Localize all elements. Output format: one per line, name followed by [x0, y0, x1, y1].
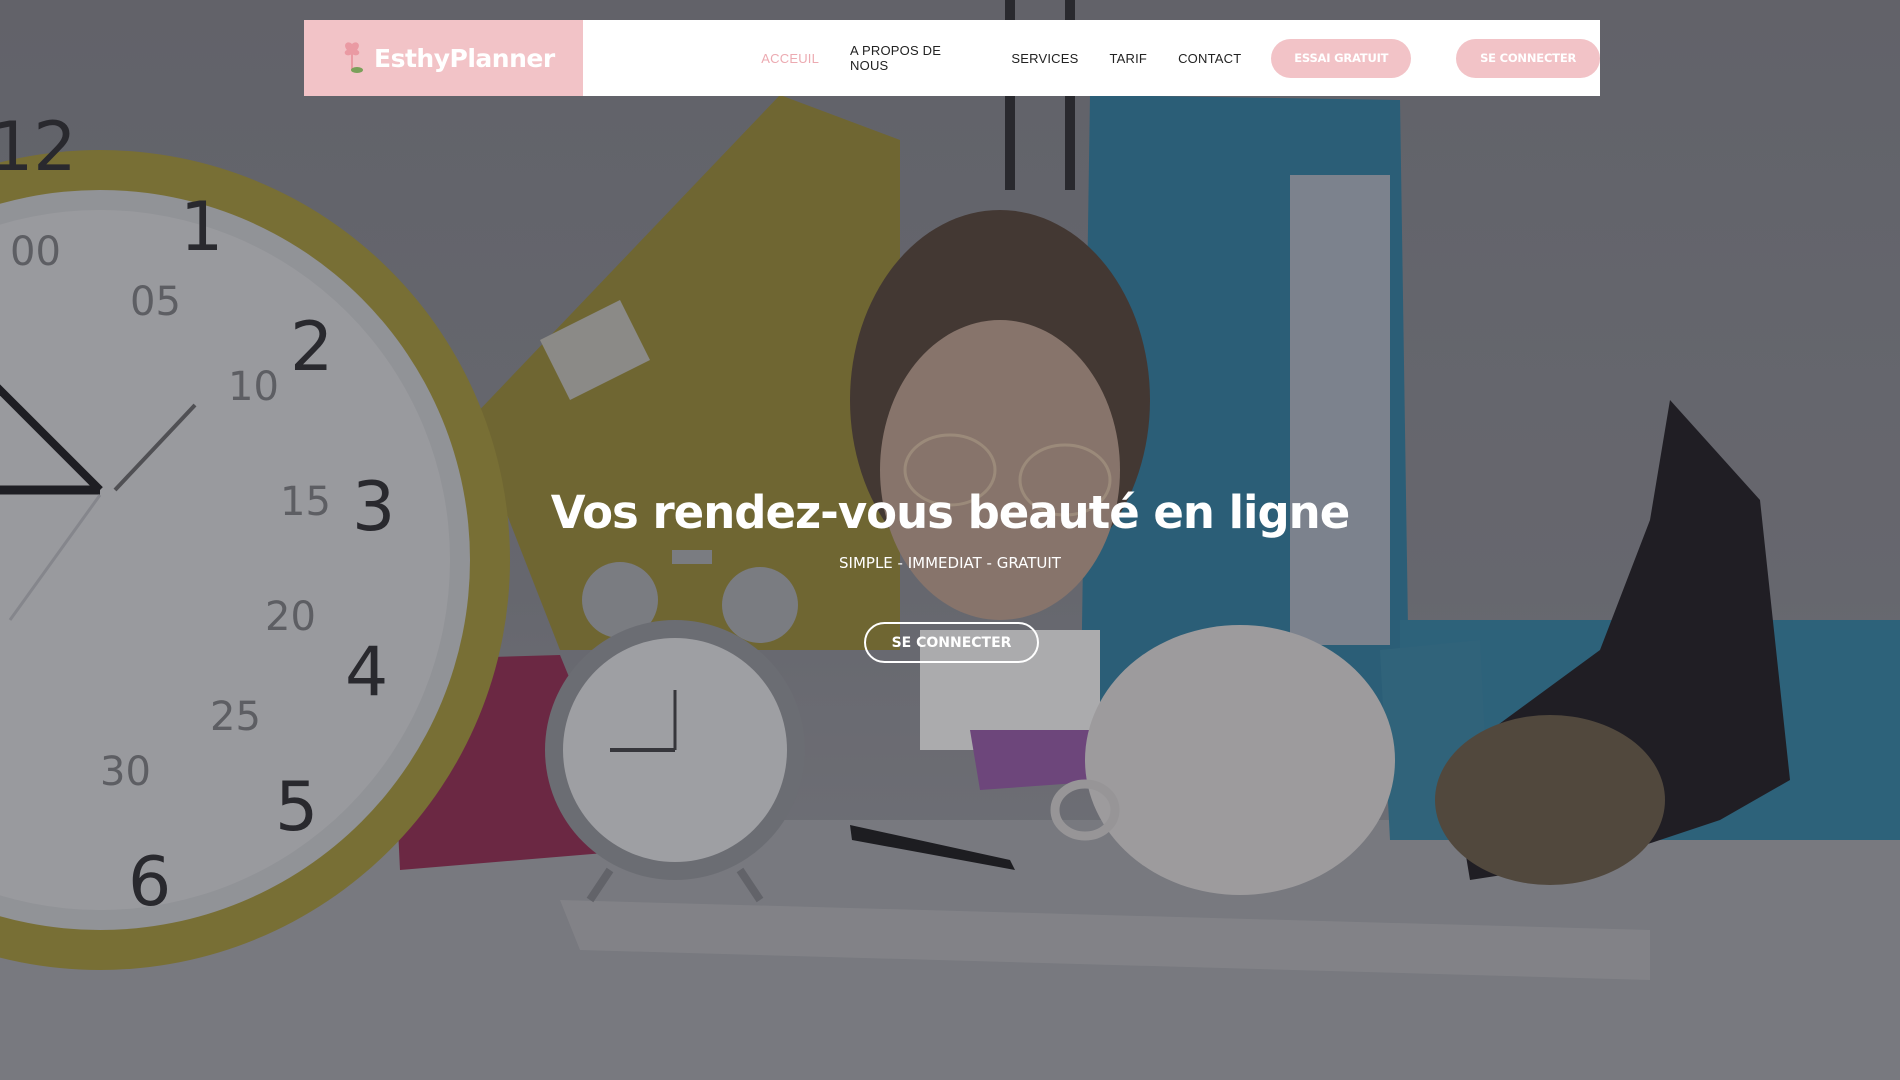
free-trial-button[interactable]: ESSAI GRATUIT [1271, 38, 1412, 78]
nav-item-tarif[interactable]: TARIF [1109, 51, 1147, 66]
main-nav: ACCEUIL A PROPOS DE NOUS SERVICES TARIF … [761, 38, 1600, 78]
brand-logo[interactable]: EsthyPlanner [304, 20, 584, 96]
nav-item-contact[interactable]: CONTACT [1178, 51, 1241, 66]
hero-background: 12 1 2 3 4 5 6 00 05 10 15 20 25 30 [0, 0, 1900, 1080]
hero-login-button[interactable]: SE CONNECTER [864, 622, 1039, 663]
nav-item-about[interactable]: A PROPOS DE NOUS [850, 43, 980, 73]
hero-title: Vos rendez-vous beauté en ligne [550, 486, 1351, 539]
flower-icon [344, 42, 363, 73]
hero-subtitle: SIMPLE - IMMEDIAT - GRATUIT [839, 554, 1061, 572]
brand-name: EsthyPlanner [374, 43, 555, 73]
navbar: EsthyPlanner ACCEUIL A PROPOS DE NOUS SE… [304, 20, 1600, 96]
nav-item-accueil[interactable]: ACCEUIL [761, 51, 819, 66]
login-button[interactable]: SE CONNECTER [1456, 38, 1600, 78]
hero-overlay [0, 0, 1900, 1080]
nav-item-services[interactable]: SERVICES [1011, 51, 1078, 66]
